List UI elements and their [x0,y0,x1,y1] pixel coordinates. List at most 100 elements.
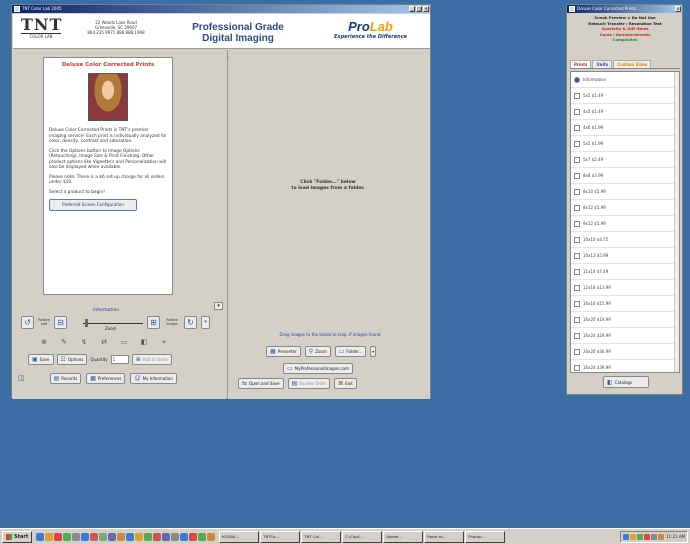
add-to-order-button[interactable]: ⊕ Add to Order [131,353,173,365]
quick-launch-icon[interactable] [36,532,45,541]
rotate-left-icon[interactable]: ↺ [21,316,34,329]
item-checkbox[interactable] [574,188,580,195]
item-checkbox[interactable] [574,204,580,211]
tray-icon[interactable] [623,533,629,540]
quick-launch-icon[interactable] [171,532,180,541]
folder-button[interactable]: ▭ Folder... [334,346,367,357]
item-checkbox[interactable] [574,156,580,163]
item-checkbox[interactable] [574,364,580,371]
list-item[interactable]: Information [571,72,679,88]
border-tool-icon[interactable]: ▭ [118,337,130,347]
taskbar-task-button[interactable]: KODAK... [219,530,260,543]
quick-launch-icon[interactable] [144,532,153,541]
quick-launch-icon[interactable] [198,532,207,541]
quick-launch-icon[interactable] [108,532,117,541]
flip-tool-icon[interactable]: ⇄ [98,337,110,347]
item-checkbox[interactable] [574,220,580,227]
taskbar-task-button[interactable]: C:\Capt... [342,530,383,543]
list-scrollbar[interactable] [674,72,679,372]
options-button[interactable]: ☷ Options [56,353,88,365]
item-checkbox[interactable] [574,316,580,323]
quick-launch-icon[interactable] [117,532,126,541]
taskbar-task-button[interactable]: TNTCo... [260,530,301,543]
quick-launch-icon[interactable] [99,532,108,541]
list-item[interactable]: 20x20 $36.99 [571,344,679,360]
folder-dropdown-icon[interactable]: ▾ [370,346,377,357]
info-icon[interactable] [574,76,580,83]
quantity-input[interactable]: 1 [110,354,129,364]
my-information-button[interactable]: ☺ My Information [130,372,177,384]
taskbar-task-button[interactable]: TNT Col... [301,530,342,543]
position-tool-icon[interactable]: ⌖ [158,337,170,347]
quick-launch-icon[interactable] [81,532,90,541]
crop-tool-icon[interactable]: ⊕ [38,337,50,347]
list-item[interactable]: 8x12 $5.99 [571,200,679,216]
list-item[interactable]: 4x6 $1.99 [571,120,679,136]
list-item[interactable]: 11x14 $7.49 [571,264,679,280]
list-item[interactable]: 16x24 $39.99 [571,360,679,372]
list-item[interactable]: 9x12 $5.99 [571,216,679,232]
taskbar-task-button[interactable]: Rosie wi... [424,530,465,543]
image-browser-pane[interactable]: Click "Folder..." below to load images f… [227,50,430,399]
item-checkbox[interactable] [574,108,580,115]
quick-launch-icon[interactable] [135,532,144,541]
item-checkbox[interactable] [574,268,580,275]
quick-launch-icon[interactable] [189,532,198,541]
tab-custom-sizes[interactable]: Custom Sizes [613,60,652,68]
mask-tool-icon[interactable]: ◧ [138,337,150,347]
quick-launch-icon[interactable] [90,532,99,541]
list-item[interactable]: 5x5 $1.99 [571,136,679,152]
taskbar-task-button[interactable]: Photop... [465,530,506,543]
list-item[interactable]: 8x8 $3.99 [571,168,679,184]
list-item[interactable]: 4x5 $1.49 [571,104,679,120]
tray-icon[interactable] [637,533,643,540]
effects-tool-icon[interactable]: ↯ [78,337,90,347]
help-icon[interactable]: ◫ [18,374,25,382]
main-titlebar[interactable]: TNT Color Lab 2005 _ □ × [12,5,430,13]
open-and-save-button[interactable]: ⇆ Open and Save [238,378,284,389]
list-item[interactable]: 5x7 $2.49 [571,152,679,168]
item-checkbox[interactable] [574,124,580,131]
list-item[interactable]: 16x20 $19.99 [571,312,679,328]
list-item[interactable]: 5x5 $1.49 [571,88,679,104]
item-checkbox[interactable] [574,300,580,307]
my-professional-images-button[interactable]: ▭ MyProfessionalImages.com [283,363,353,374]
list-item[interactable]: 10x10 $4.75 [571,232,679,248]
list-item[interactable]: 16x16 $15.99 [571,296,679,312]
list-item[interactable]: 12x18 $13.99 [571,280,679,296]
tray-icon[interactable] [644,533,650,540]
item-checkbox[interactable] [574,348,580,355]
rotate-right-icon[interactable]: ↻ [184,316,197,329]
quick-launch-icon[interactable] [207,532,216,541]
item-checkbox[interactable] [574,172,580,179]
zoom-out-icon[interactable]: ⊟ [54,316,67,329]
category-item[interactable]: Composites [570,37,680,43]
quick-launch-icon[interactable] [63,532,72,541]
quick-launch-icon[interactable] [54,532,63,541]
list-item[interactable]: 10x13 $5.99 [571,248,679,264]
presenter-button[interactable]: ▦ Presenter [266,346,301,357]
save-button[interactable]: ▣ Save [28,353,54,365]
item-checkbox[interactable] [574,92,580,99]
item-checkbox[interactable] [574,284,580,291]
list-item[interactable]: 16x24 $29.99 [571,328,679,344]
quick-launch-icon[interactable] [126,532,135,541]
quick-launch-icon[interactable] [45,532,54,541]
start-button[interactable]: Start [2,530,33,543]
catalogs-button[interactable]: ◧ Catalogs [603,376,649,388]
tray-icon[interactable] [658,533,664,540]
side-titlebar[interactable]: Deluxe Color Corrected Prints × [567,5,682,13]
maximize-button[interactable]: □ [416,6,422,12]
item-checkbox[interactable] [574,332,580,339]
pane-splitter-icon[interactable]: ⋮ [225,55,231,62]
zoom-button[interactable]: ⚲ Zoom [304,346,331,357]
close-button[interactable]: × [423,6,429,12]
quick-launch-icon[interactable] [180,532,189,541]
minimize-button[interactable]: _ [409,6,415,12]
taskbar-task-button[interactable]: Adobe... [383,530,424,543]
item-checkbox[interactable] [574,252,580,259]
dropdown-arrow-icon[interactable]: ▾ [201,316,210,329]
scroll-down-arrow-icon[interactable]: ▾ [214,302,223,310]
quick-launch-icon[interactable] [72,532,81,541]
list-item[interactable]: 8x10 $5.99 [571,184,679,200]
